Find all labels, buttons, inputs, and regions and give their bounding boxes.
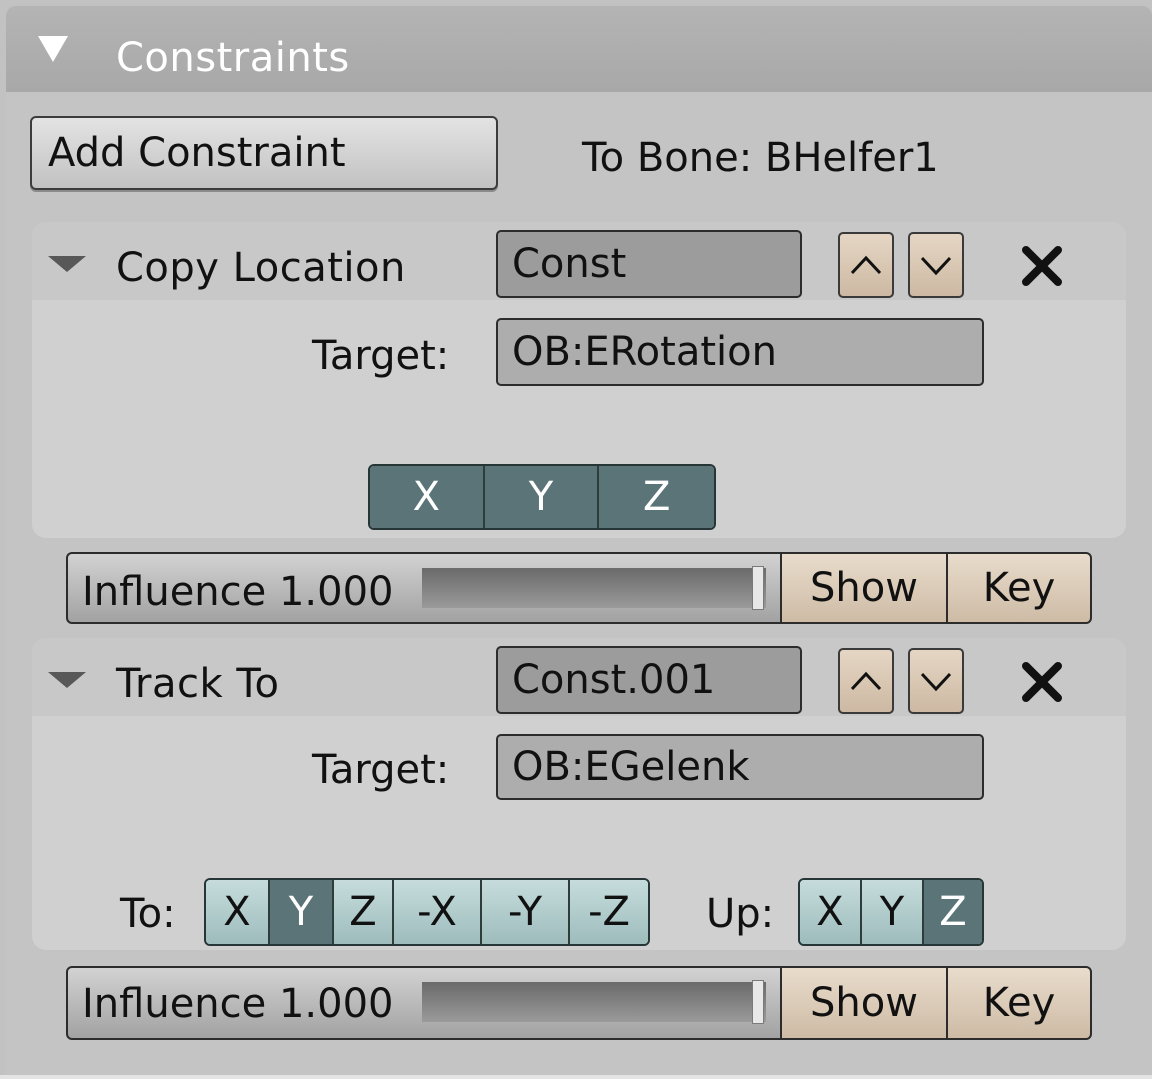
collapse-triangle-icon[interactable] xyxy=(48,256,86,272)
chevron-down-icon xyxy=(920,256,952,276)
close-icon xyxy=(1022,662,1062,702)
up-axis-label: Up: xyxy=(706,891,775,937)
constraint-name-field[interactable]: Const.001 xyxy=(496,646,802,714)
influence-slider-track[interactable] xyxy=(422,568,766,608)
panel-bottom-edge xyxy=(0,1075,1152,1079)
constraint-name-value: Const.001 xyxy=(512,657,716,703)
collapse-triangle-icon[interactable] xyxy=(38,36,68,62)
constraint-name-value: Const xyxy=(512,241,627,287)
influence-slider-handle[interactable] xyxy=(752,980,764,1024)
key-button[interactable]: Key xyxy=(946,552,1092,624)
to-neg-x-toggle[interactable]: -X xyxy=(394,880,482,944)
delete-constraint-button[interactable] xyxy=(1020,244,1064,288)
target-field[interactable]: OB:EGelenk xyxy=(496,734,984,800)
add-constraint-button[interactable]: Add Constraint xyxy=(30,116,498,190)
target-label: Target: xyxy=(312,747,450,793)
axis-x-toggle[interactable]: X xyxy=(370,466,485,528)
show-button[interactable]: Show xyxy=(780,552,948,624)
collapse-triangle-icon[interactable] xyxy=(48,672,86,688)
to-bone-label: To Bone: BHelfer1 xyxy=(582,135,939,181)
chevron-up-icon xyxy=(850,671,882,691)
to-y-toggle[interactable]: Y xyxy=(270,880,334,944)
constraint-type-label: Track To xyxy=(116,661,280,707)
panel-title: Constraints xyxy=(116,35,350,81)
key-button[interactable]: Key xyxy=(946,966,1092,1040)
up-y-toggle[interactable]: Y xyxy=(862,880,924,944)
move-down-button[interactable] xyxy=(908,648,964,714)
chevron-up-icon xyxy=(850,255,882,275)
show-button[interactable]: Show xyxy=(780,966,948,1040)
up-axis-toggle-group: X Y Z xyxy=(798,878,984,946)
axis-y-toggle[interactable]: Y xyxy=(484,466,600,528)
delete-constraint-button[interactable] xyxy=(1020,660,1064,704)
up-z-toggle[interactable]: Z xyxy=(924,880,982,944)
influence-slider-track[interactable] xyxy=(422,982,766,1022)
constraint-name-field[interactable]: Const xyxy=(496,230,802,298)
influence-slider-handle[interactable] xyxy=(752,566,764,610)
move-down-button[interactable] xyxy=(908,232,964,298)
move-up-button[interactable] xyxy=(838,648,894,714)
to-neg-z-toggle[interactable]: -Z xyxy=(570,880,648,944)
target-value: OB:ERotation xyxy=(512,329,777,375)
to-axis-toggle-group: X Y Z -X -Y -Z xyxy=(204,878,650,946)
axis-z-toggle[interactable]: Z xyxy=(599,466,714,528)
chevron-down-icon xyxy=(920,672,952,692)
close-icon xyxy=(1022,246,1062,286)
target-field[interactable]: OB:ERotation xyxy=(496,318,984,386)
influence-label: Influence 1.000 xyxy=(82,569,394,615)
up-x-toggle[interactable]: X xyxy=(800,880,862,944)
influence-label: Influence 1.000 xyxy=(82,981,394,1027)
to-axis-label: To: xyxy=(120,891,176,937)
target-label: Target: xyxy=(312,333,450,379)
axis-toggle-group: X Y Z xyxy=(368,464,716,530)
constraint-type-label: Copy Location xyxy=(116,245,406,291)
target-value: OB:EGelenk xyxy=(512,744,750,790)
add-constraint-label: Add Constraint xyxy=(48,130,346,176)
to-x-toggle[interactable]: X xyxy=(206,880,270,944)
to-neg-y-toggle[interactable]: -Y xyxy=(482,880,570,944)
move-up-button[interactable] xyxy=(838,232,894,298)
to-z-toggle[interactable]: Z xyxy=(334,880,394,944)
